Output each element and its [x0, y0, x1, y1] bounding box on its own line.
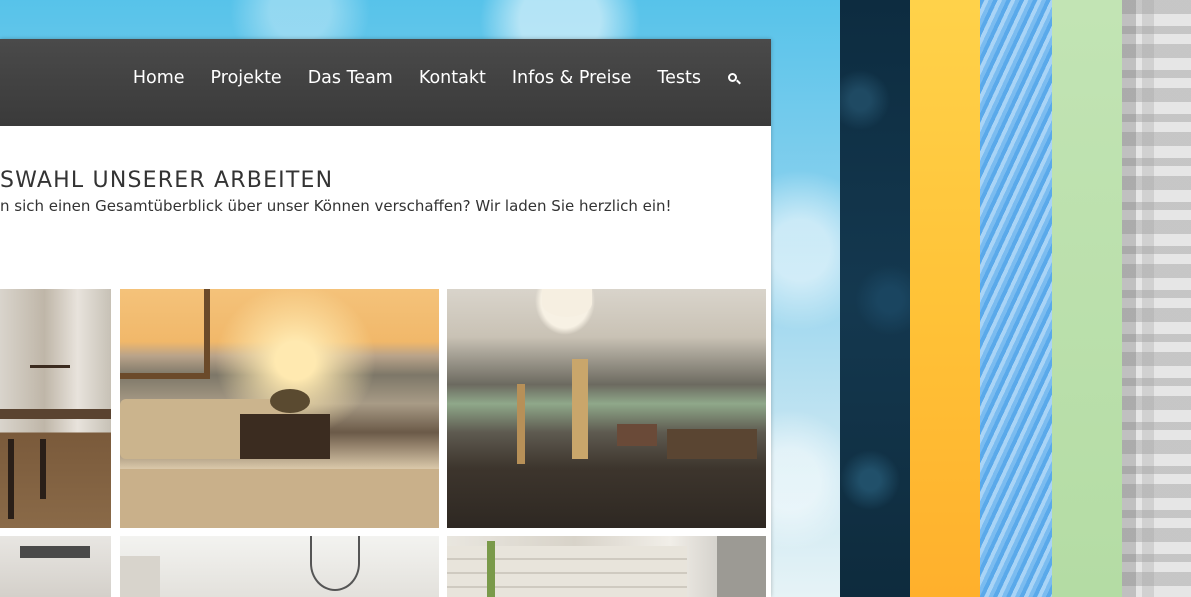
swatch-grey-pattern: [1122, 0, 1191, 597]
section-subtitle: n sich einen Gesamtüberblick über unser …: [0, 197, 672, 215]
section-title: SWAHL UNSERER ARBEITEN: [0, 168, 334, 193]
search-icon[interactable]: [727, 70, 743, 86]
nav-item-projekte[interactable]: Projekte: [211, 68, 282, 88]
gallery-image-kitchen-interior[interactable]: [0, 289, 111, 528]
nav-menu: Home Projekte Das Team Kontakt Infos & P…: [107, 68, 743, 88]
gallery-image-open-living-room[interactable]: [447, 289, 766, 528]
nav-item-infos-preise[interactable]: Infos & Preise: [512, 68, 632, 88]
swatch-blue-striped: [980, 0, 1052, 597]
gallery-image-chandelier-room[interactable]: [120, 536, 439, 597]
gallery-image-rooftop-terrace-sunset[interactable]: [120, 289, 439, 528]
main-content-card: Home Projekte Das Team Kontakt Infos & P…: [0, 39, 771, 597]
top-navigation-bar: Home Projekte Das Team Kontakt Infos & P…: [0, 39, 771, 126]
gallery-image-modern-kitchen[interactable]: [0, 536, 111, 597]
swatch-navy: [840, 0, 910, 597]
nav-item-tests[interactable]: Tests: [657, 68, 701, 88]
gallery-image-stone-wall-room[interactable]: [447, 536, 766, 597]
nav-item-kontakt[interactable]: Kontakt: [419, 68, 486, 88]
nav-item-home[interactable]: Home: [133, 68, 185, 88]
swatch-green: [1052, 0, 1122, 597]
nav-item-das-team[interactable]: Das Team: [308, 68, 393, 88]
swatch-yellow: [910, 0, 980, 597]
